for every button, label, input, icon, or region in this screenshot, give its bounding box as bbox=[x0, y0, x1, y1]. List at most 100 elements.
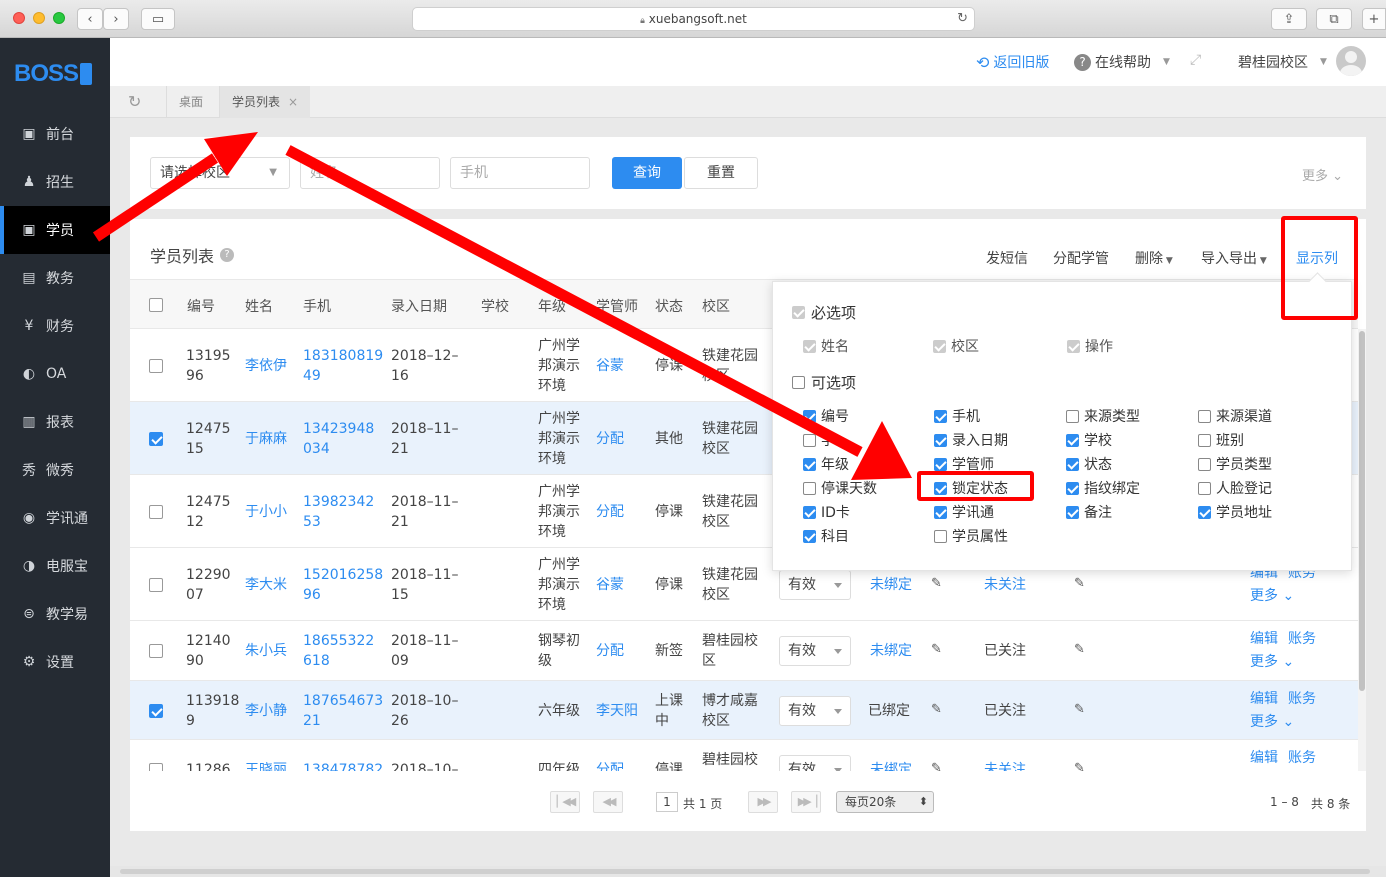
student-name-link[interactable]: 李小静 bbox=[245, 701, 287, 721]
edit-link[interactable]: 编辑 bbox=[1250, 629, 1278, 649]
refresh-icon[interactable]: ↻ bbox=[128, 92, 141, 111]
table-row[interactable]: 113918 9 李小静 187654673 21 2018–10– 26 六年级 李天阳 上课中… bbox=[130, 681, 1358, 740]
option-checkbox[interactable] bbox=[934, 433, 947, 447]
col-manager[interactable]: 学管师 bbox=[596, 296, 638, 316]
sidebar-item-1[interactable]: ♟ 招生 bbox=[0, 158, 110, 206]
col-phone[interactable]: 手机 bbox=[303, 296, 331, 316]
sidebar-item-3[interactable]: ▤ 教务 bbox=[0, 254, 110, 302]
optional-option[interactable]: 编号 bbox=[803, 406, 849, 426]
phone-link[interactable]: 187654673 21 bbox=[303, 691, 383, 731]
campus-select[interactable]: 请选择校区 ▼ bbox=[150, 157, 290, 189]
tab-student-list[interactable]: 学员列表 × bbox=[219, 86, 311, 118]
phone-link[interactable]: 18655322 618 bbox=[303, 631, 374, 671]
optional-option[interactable]: 学讯通 bbox=[934, 502, 994, 522]
option-checkbox[interactable] bbox=[1066, 409, 1079, 423]
optional-option[interactable]: 手机 bbox=[934, 406, 980, 426]
option-checkbox[interactable] bbox=[934, 409, 947, 423]
option-checkbox[interactable] bbox=[803, 457, 816, 471]
student-name-link[interactable]: 李依伊 bbox=[245, 356, 287, 376]
import-export-dropdown[interactable]: 导入导出 ▼ bbox=[1201, 248, 1267, 268]
row-checkbox[interactable] bbox=[149, 358, 163, 373]
row-checkbox[interactable] bbox=[149, 763, 163, 771]
page-number-input[interactable]: 1 bbox=[656, 792, 678, 812]
tab-desk[interactable]: 桌面 bbox=[166, 86, 215, 118]
optional-option[interactable]: 人脸登记 bbox=[1198, 478, 1272, 498]
sidebar-item-6[interactable]: ▥ 报表 bbox=[0, 398, 110, 446]
edit-icon[interactable]: ✎ bbox=[931, 642, 942, 657]
first-page-icon[interactable]: ▏◀◀ bbox=[550, 791, 580, 813]
option-checkbox[interactable] bbox=[1198, 409, 1211, 423]
manager-link[interactable]: 谷蒙 bbox=[596, 575, 624, 595]
optional-option[interactable]: 学员类型 bbox=[1198, 454, 1272, 474]
edit-link[interactable]: 编辑 bbox=[1250, 748, 1278, 768]
name-input[interactable]: 姓名 bbox=[300, 157, 440, 189]
option-checkbox[interactable] bbox=[1066, 433, 1079, 447]
online-help-dropdown[interactable]: ? 在线帮助 ▼ bbox=[1074, 52, 1170, 72]
assign-manager-button[interactable]: 分配学管 bbox=[1053, 248, 1109, 268]
student-name-link[interactable]: 于小小 bbox=[245, 502, 287, 522]
manager-link[interactable]: 分配 bbox=[596, 760, 624, 771]
optional-option[interactable]: 指纹绑定 bbox=[1066, 478, 1140, 498]
sidebar-item-4[interactable]: ¥ 财务 bbox=[0, 302, 110, 350]
row-checkbox[interactable] bbox=[149, 644, 163, 658]
row-checkbox[interactable] bbox=[149, 577, 163, 592]
manager-link[interactable]: 分配 bbox=[596, 641, 624, 661]
manager-link[interactable]: 谷蒙 bbox=[596, 356, 624, 376]
search-button[interactable]: 查询 bbox=[612, 157, 682, 189]
optional-option[interactable]: 学员属性 bbox=[934, 526, 1008, 546]
edit-icon[interactable]: ✎ bbox=[1074, 702, 1085, 717]
validity-select[interactable]: 有效 bbox=[779, 755, 851, 771]
optional-option[interactable]: 学校 bbox=[1066, 430, 1112, 450]
optional-option[interactable]: 学 bbox=[803, 430, 835, 450]
col-date[interactable]: 录入日期 bbox=[391, 296, 447, 316]
table-row[interactable]: 11286 王晓丽 138478782 2018–10– 四年级 分配 停课 碧桂园校区 有效 未… bbox=[130, 740, 1358, 771]
more-actions-link[interactable]: 更多 ⌄ bbox=[1250, 712, 1294, 732]
fullscreen-icon[interactable]: ⤢ bbox=[1190, 52, 1201, 68]
close-tab-icon[interactable]: × bbox=[288, 95, 298, 109]
more-actions-link[interactable]: 更多 ⌄ bbox=[1250, 586, 1294, 606]
bind-status[interactable]: 未绑定 bbox=[870, 760, 912, 771]
optional-option[interactable]: 年级 bbox=[803, 454, 849, 474]
new-tab-icon[interactable]: + bbox=[1362, 8, 1386, 30]
close-window-button[interactable] bbox=[13, 12, 25, 24]
option-checkbox[interactable] bbox=[1198, 505, 1211, 519]
optional-option[interactable]: 备注 bbox=[1066, 502, 1112, 522]
optional-option[interactable]: 学员地址 bbox=[1198, 502, 1272, 522]
option-checkbox[interactable] bbox=[803, 481, 816, 495]
page-size-select[interactable]: 每页20条 bbox=[836, 791, 934, 813]
last-page-icon[interactable]: ▶▶▕ bbox=[791, 791, 821, 813]
table-row[interactable]: 12140 90 朱小兵 18655322 618 2018–11– 09 钢琴初级分配 新签碧… bbox=[130, 621, 1358, 681]
reset-button[interactable]: 重置 bbox=[684, 157, 758, 189]
sidebar-item-11[interactable]: ⚙ 设置 bbox=[0, 638, 110, 686]
col-campus[interactable]: 校区 bbox=[702, 296, 730, 316]
option-checkbox[interactable] bbox=[934, 505, 947, 519]
option-checkbox[interactable] bbox=[1198, 481, 1211, 495]
optional-option[interactable]: 科目 bbox=[803, 526, 849, 546]
phone-link[interactable]: 183180819 49 bbox=[303, 346, 383, 386]
edit-icon[interactable]: ✎ bbox=[1074, 576, 1085, 591]
phone-link[interactable]: 13982342 53 bbox=[303, 492, 374, 532]
col-school[interactable]: 学校 bbox=[481, 296, 509, 316]
optional-option[interactable]: 来源渠道 bbox=[1198, 406, 1272, 426]
phone-link[interactable]: 13423948 034 bbox=[303, 419, 374, 459]
student-name-link[interactable]: 于麻麻 bbox=[245, 429, 287, 449]
sidebar-item-7[interactable]: 秀微秀 bbox=[0, 446, 110, 494]
optional-option[interactable]: 状态 bbox=[1066, 454, 1112, 474]
help-icon[interactable]: ? bbox=[220, 248, 235, 262]
optional-option[interactable]: ID卡 bbox=[803, 502, 850, 522]
col-name[interactable]: 姓名 bbox=[245, 296, 273, 316]
horizontal-scrollbar[interactable] bbox=[110, 866, 1386, 877]
account-link[interactable]: 账务 bbox=[1288, 748, 1316, 768]
col-grade[interactable]: 年级 bbox=[538, 296, 566, 316]
reload-icon[interactable]: ↻ bbox=[957, 8, 968, 30]
back-arrow-icon[interactable]: ‹ bbox=[77, 8, 103, 30]
sidebar-item-5[interactable]: ◐ OA bbox=[0, 350, 110, 398]
minimize-window-button[interactable] bbox=[33, 12, 45, 24]
sidebar-item-10[interactable]: ⊜ 教学易 bbox=[0, 590, 110, 638]
follow-status[interactable]: 未关注 bbox=[984, 575, 1026, 595]
scrollbar-thumb[interactable] bbox=[1359, 331, 1365, 691]
edit-icon[interactable]: ✎ bbox=[931, 576, 942, 591]
row-checkbox[interactable] bbox=[149, 431, 163, 446]
follow-status[interactable]: 未关注 bbox=[984, 760, 1026, 771]
address-bar[interactable]: 🔒︎ xuebangsoft.net ↻ bbox=[412, 7, 975, 31]
